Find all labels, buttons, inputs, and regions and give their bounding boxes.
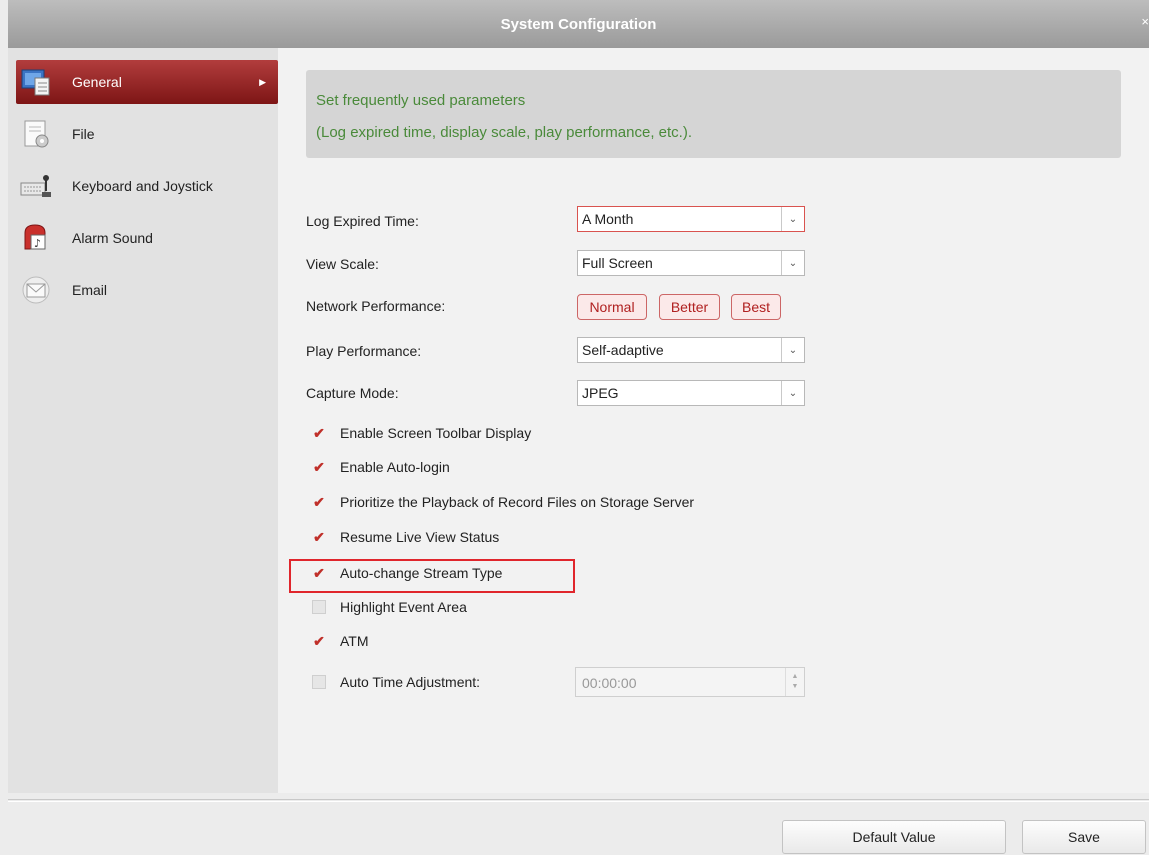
title-bar: System Configuration ×	[8, 0, 1149, 48]
checkbox[interactable]: ✔	[312, 565, 326, 581]
sidebar-item-general[interactable]: General ▶	[16, 60, 278, 104]
description-line-2: (Log expired time, display scale, play p…	[316, 124, 693, 141]
checkbox[interactable]	[312, 600, 326, 614]
sidebar-item-label: Alarm Sound	[72, 230, 153, 246]
checkbox-label: Enable Auto-login	[340, 459, 450, 475]
sidebar: General ▶ File Keyboard and Joystick ♪ A…	[8, 48, 278, 793]
sidebar-item-alarm-sound[interactable]: ♪ Alarm Sound	[16, 216, 278, 260]
select-value: A Month	[582, 211, 634, 227]
footer-divider	[8, 799, 1149, 800]
checkbox-row-auto-login[interactable]: ✔ Enable Auto-login	[312, 457, 450, 477]
network-best-button[interactable]: Best	[731, 294, 781, 320]
log-expired-time-select[interactable]: A Month ⌄	[577, 206, 805, 232]
sidebar-item-keyboard[interactable]: Keyboard and Joystick	[16, 164, 278, 208]
envelope-icon	[20, 274, 52, 306]
window-title: System Configuration	[500, 15, 657, 33]
alarm-sound-icon: ♪	[20, 222, 52, 254]
checkbox-row-highlight-event[interactable]: Highlight Event Area	[312, 597, 467, 617]
checkbox[interactable]: ✔	[312, 494, 326, 510]
time-value: 00:00:00	[582, 675, 637, 691]
log-expired-time-label: Log Expired Time:	[306, 213, 419, 229]
chevron-down-icon: ⌄	[781, 207, 804, 231]
view-scale-label: View Scale:	[306, 256, 379, 272]
checkbox-label: Highlight Event Area	[340, 599, 467, 615]
sidebar-item-label: File	[72, 126, 95, 142]
checkbox-row-resume-live-view[interactable]: ✔ Resume Live View Status	[312, 527, 499, 547]
sidebar-item-label: Keyboard and Joystick	[72, 178, 213, 194]
checkbox[interactable]: ✔	[312, 459, 326, 475]
capture-mode-label: Capture Mode:	[306, 385, 399, 401]
checkbox-row-auto-change-stream[interactable]: ✔ Auto-change Stream Type	[312, 563, 502, 583]
checkbox-label: Prioritize the Playback of Record Files …	[340, 494, 695, 510]
svg-text:♪: ♪	[34, 237, 41, 250]
monitor-icon	[20, 66, 52, 98]
select-value: JPEG	[582, 385, 619, 401]
close-icon[interactable]: ×	[1141, 14, 1149, 29]
description-line-1: Set frequently used parameters	[316, 92, 526, 109]
network-normal-button[interactable]: Normal	[577, 294, 647, 320]
auto-time-input[interactable]: 00:00:00 ▲ ▼	[575, 667, 805, 697]
sidebar-item-email[interactable]: Email	[16, 268, 278, 312]
checkbox[interactable]: ✔	[312, 633, 326, 649]
network-performance-label: Network Performance:	[306, 298, 446, 314]
chevron-down-icon: ⌄	[781, 338, 804, 362]
capture-mode-select[interactable]: JPEG ⌄	[577, 380, 805, 406]
content-panel: Set frequently used parameters (Log expi…	[278, 48, 1149, 793]
sidebar-item-label: General	[72, 74, 122, 90]
checkbox[interactable]: ✔	[312, 529, 326, 545]
sidebar-item-label: Email	[72, 282, 108, 298]
checkbox-label: Auto-change Stream Type	[340, 565, 503, 581]
play-performance-label: Play Performance:	[306, 343, 422, 359]
checkbox-row-screen-toolbar[interactable]: ✔ Enable Screen Toolbar Display	[312, 423, 531, 443]
checkbox-row-atm[interactable]: ✔ ATM	[312, 631, 369, 651]
checkbox-label: Resume Live View Status	[340, 529, 500, 545]
default-value-button[interactable]: Default Value	[782, 820, 1006, 854]
view-scale-select[interactable]: Full Screen ⌄	[577, 250, 805, 276]
file-gear-icon	[20, 118, 52, 150]
checkbox-label: Enable Screen Toolbar Display	[340, 425, 532, 441]
keyboard-joystick-icon	[20, 170, 52, 202]
checkbox-row-prioritize-playback[interactable]: ✔ Prioritize the Playback of Record File…	[312, 492, 694, 512]
checkbox[interactable]: ✔	[312, 425, 326, 441]
checkbox-label: Auto Time Adjustment:	[340, 674, 481, 690]
checkbox-row-auto-time[interactable]: Auto Time Adjustment:	[312, 672, 480, 692]
chevron-down-icon: ⌄	[781, 251, 804, 275]
footer-divider-highlight	[8, 801, 1149, 802]
checkbox[interactable]	[312, 675, 326, 689]
description-box: Set frequently used parameters (Log expi…	[306, 70, 1121, 158]
save-button[interactable]: Save	[1022, 820, 1146, 854]
play-performance-select[interactable]: Self-adaptive ⌄	[577, 337, 805, 363]
chevron-down-icon: ⌄	[781, 381, 804, 405]
network-better-button[interactable]: Better	[659, 294, 720, 320]
select-value: Full Screen	[582, 255, 653, 271]
sidebar-item-file[interactable]: File	[16, 112, 278, 156]
select-value: Self-adaptive	[582, 342, 664, 358]
checkbox-label: ATM	[340, 633, 369, 649]
spinner-icon[interactable]: ▲ ▼	[785, 668, 804, 696]
chevron-right-icon: ▶	[259, 76, 266, 87]
